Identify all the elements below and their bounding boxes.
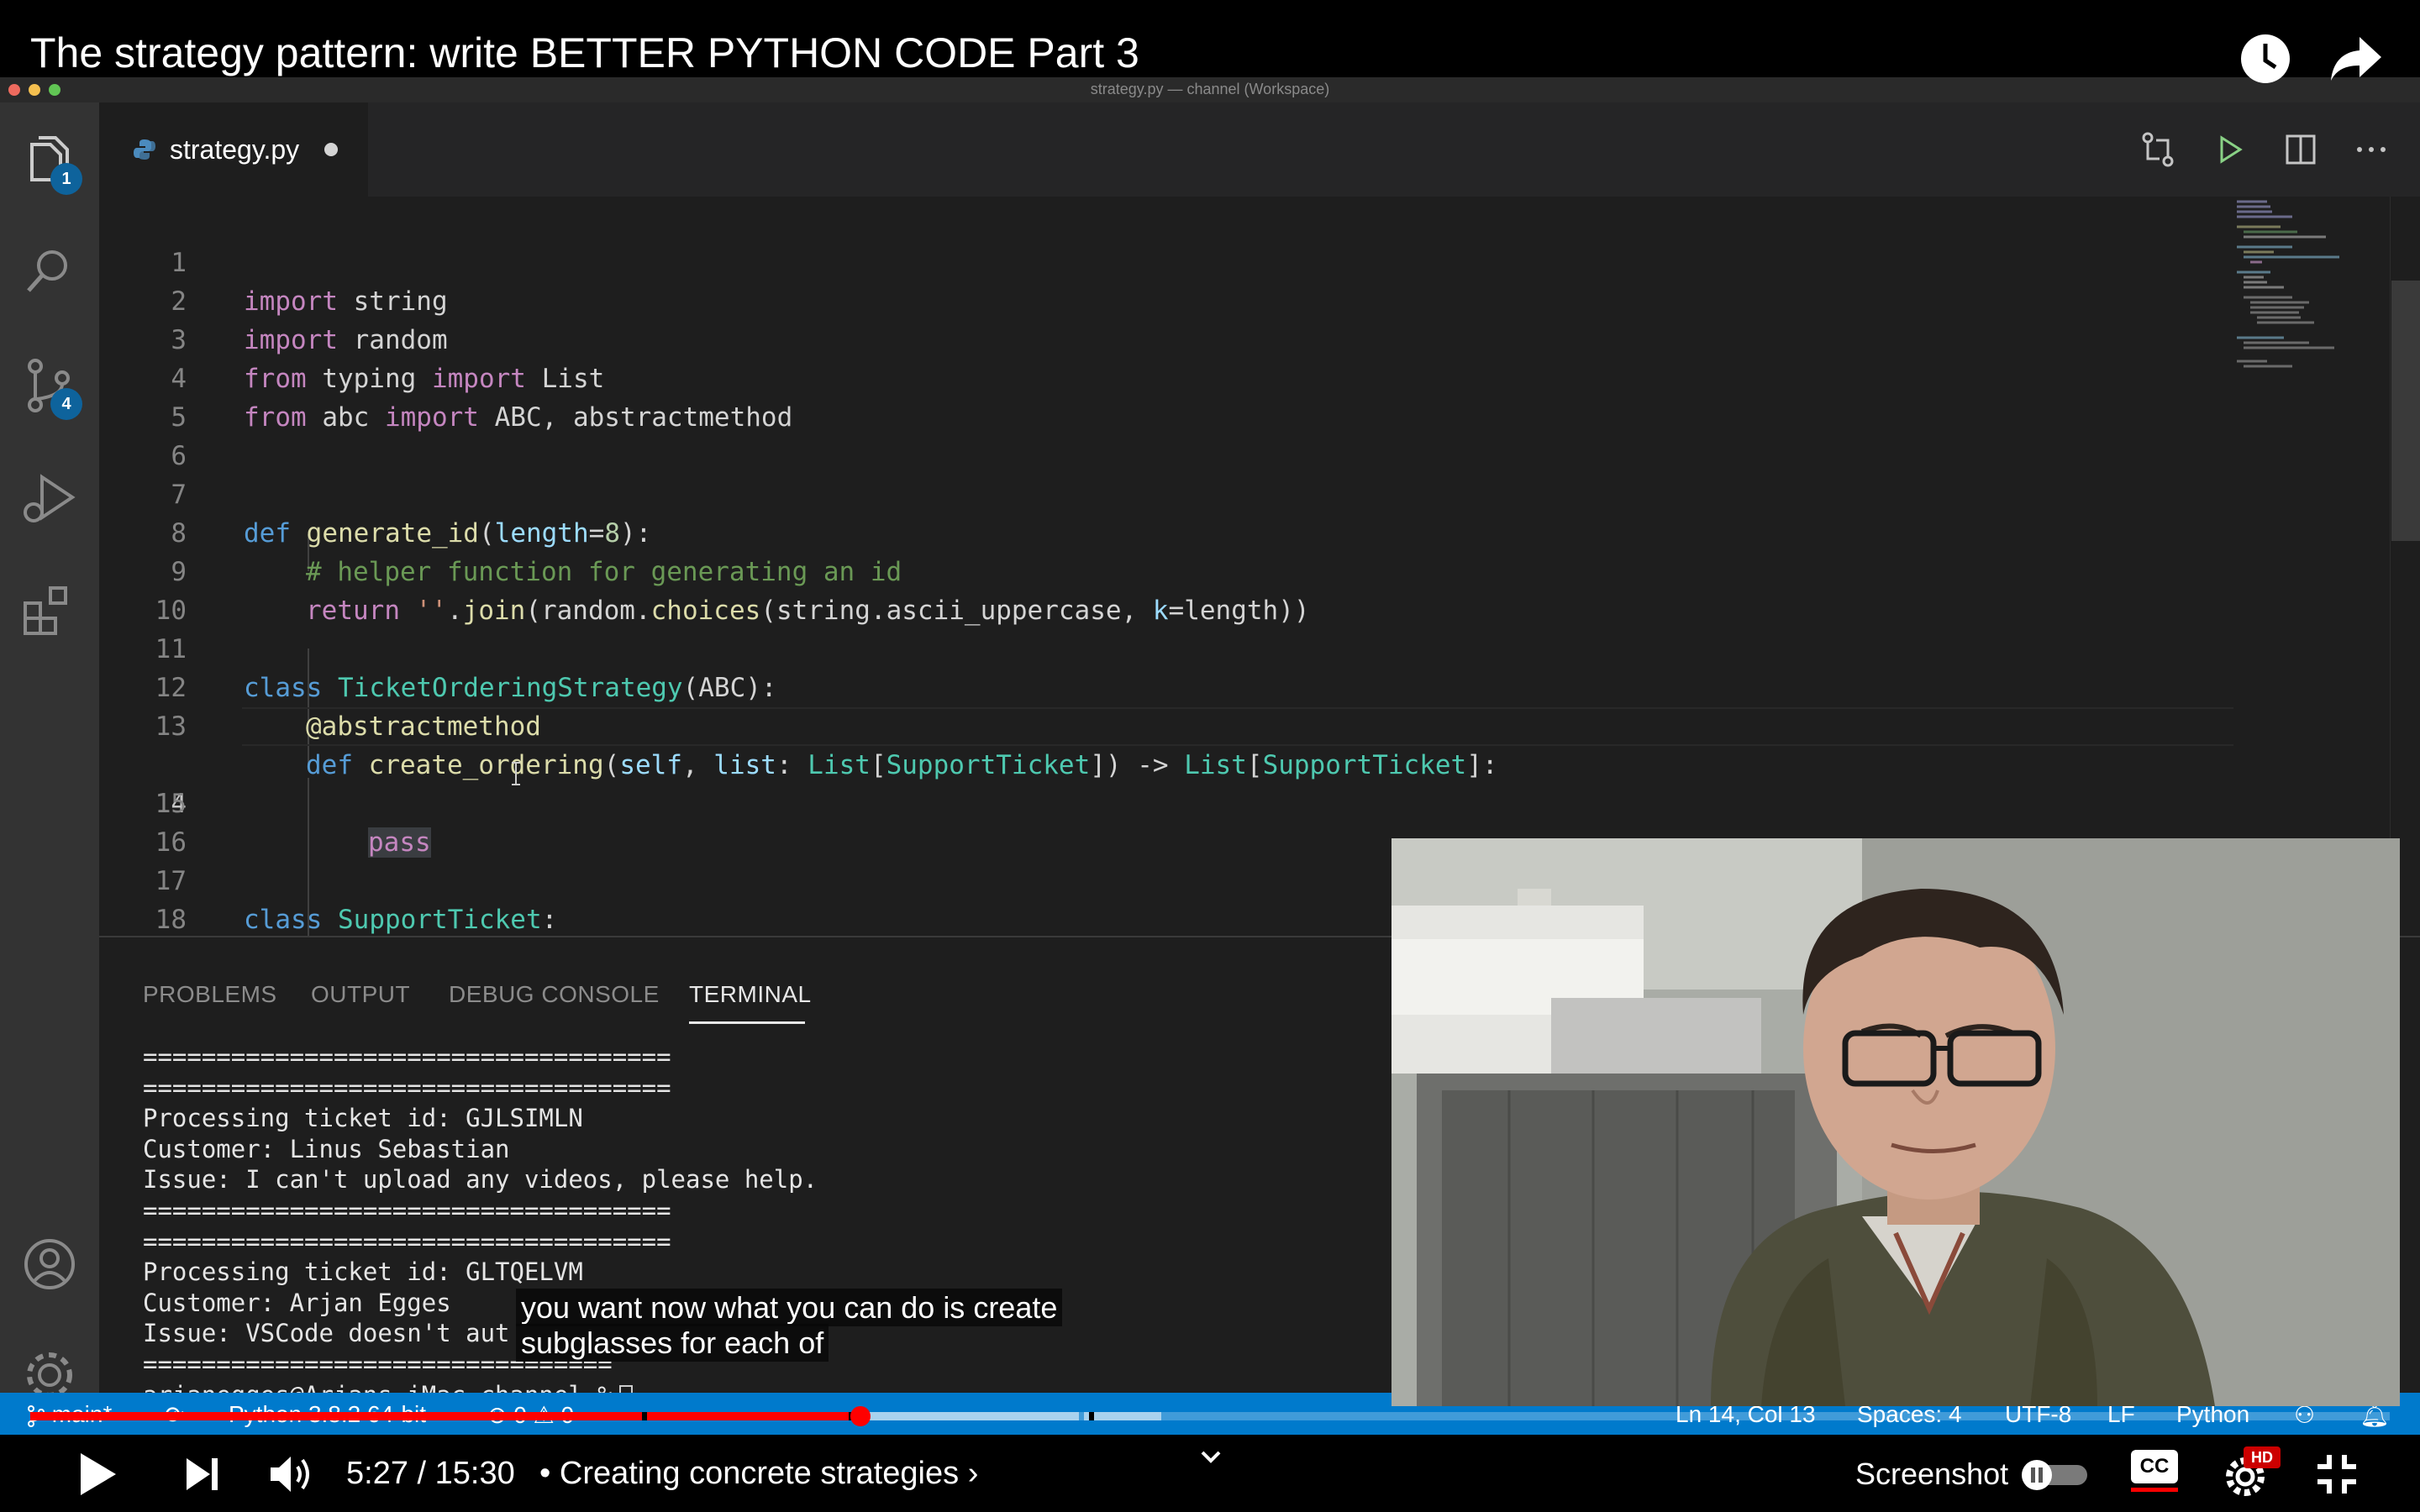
run-debug-button[interactable]: [20, 469, 79, 528]
text-cursor-icon: [512, 762, 520, 785]
chapter-bullet: •: [539, 1456, 551, 1491]
watch-later-icon[interactable]: [2238, 32, 2292, 86]
compare-changes-icon[interactable]: [2138, 129, 2178, 170]
time-separator: /: [417, 1456, 427, 1491]
code-line: 5: [99, 360, 2233, 433]
terminal-line: ====================================: [143, 1226, 671, 1256]
fullscreen-exit-icon[interactable]: [2316, 1453, 2358, 1495]
progress-played: [30, 1412, 860, 1420]
webcam-overlay: [1392, 838, 2400, 1406]
code-line: 9 return ''.join(random.choices(string.a…: [99, 514, 2233, 626]
run-debug-icon: [24, 474, 76, 522]
minimap[interactable]: [2233, 197, 2343, 398]
search-button[interactable]: [20, 242, 79, 301]
cc-button[interactable]: CC: [2131, 1450, 2178, 1492]
time-display: 5:27 / 15:30: [346, 1456, 515, 1492]
terminal-line: ====================================: [143, 1073, 671, 1102]
more-actions-icon[interactable]: [2351, 129, 2391, 170]
active-tab-indicator: [689, 1021, 805, 1024]
python-file-icon: [134, 139, 155, 160]
terminal-line: Processing ticket id: GLTQELVM: [143, 1257, 583, 1287]
video-title[interactable]: The strategy pattern: write BETTER PYTHO…: [30, 29, 1139, 77]
tab-strategy-py[interactable]: strategy.py: [99, 102, 368, 197]
editor-scrollbar-thumb[interactable]: [2391, 281, 2420, 541]
terminal-line: Issue: I can't upload any videos, please…: [143, 1165, 818, 1194]
code-line: 3 from typing import List: [99, 282, 2233, 394]
editor-tab-bar: strategy.py: [99, 102, 2420, 197]
caption-line: subglasses for each of: [516, 1324, 829, 1362]
search-icon: [27, 250, 67, 292]
explorer-button[interactable]: 1: [20, 131, 82, 195]
next-icon[interactable]: [183, 1455, 222, 1494]
tab-debug-console[interactable]: DEBUG CONSOLE: [449, 981, 660, 1008]
chapter-gap: [642, 1412, 647, 1420]
player-top-bar: The strategy pattern: write BETTER PYTHO…: [0, 0, 2420, 83]
chapter-button[interactable]: • Creating concrete strategies ›: [539, 1456, 978, 1492]
screenshot-label[interactable]: Screenshot: [1855, 1457, 2008, 1492]
cc-active-indicator: [2131, 1488, 2178, 1492]
source-control-badge: 4: [50, 388, 82, 420]
pause-toggle-icon[interactable]: [2020, 1458, 2091, 1492]
hd-badge: HD: [2244, 1446, 2281, 1468]
code-editor[interactable]: 1 import string 2 import random 3 from t…: [99, 197, 2420, 936]
code-line: 10: [99, 553, 2233, 626]
settings-button[interactable]: HD: [2222, 1446, 2282, 1497]
chapter-title: Creating concrete strategies: [559, 1456, 960, 1491]
time-total: 15:30: [434, 1456, 515, 1491]
current-line-highlight: [242, 707, 2233, 746]
code-line: 16: [99, 785, 2233, 858]
progress-buffered: [860, 1412, 1079, 1420]
account-icon: [24, 1239, 75, 1289]
terminal-line: Customer: Linus Sebastian: [143, 1134, 510, 1163]
chevron-down-icon[interactable]: [1200, 1450, 1222, 1465]
window-title: strategy.py — channel (Workspace): [1090, 81, 1330, 97]
tab-terminal[interactable]: TERMINAL: [689, 981, 812, 1008]
player-controls: 5:27 / 15:30 • Creating concrete strateg…: [0, 1435, 2420, 1512]
split-editor-icon[interactable]: [2281, 129, 2321, 170]
run-icon[interactable]: [2210, 129, 2250, 170]
cc-label: CC: [2131, 1450, 2178, 1483]
tab-output[interactable]: OUTPUT: [311, 981, 410, 1008]
code-line: 4 from abc import ABC, abstractmethod: [99, 321, 2233, 433]
extensions-icon: [24, 586, 67, 635]
terminal-line: ====================================: [143, 1042, 671, 1071]
code-line: 8 # helper function for generating an id: [99, 475, 2233, 587]
code-line: 2 import random: [99, 244, 2233, 355]
terminal-line: Processing ticket id: GJLSIMLN: [143, 1104, 583, 1133]
terminal-line: ====================================: [143, 1195, 671, 1225]
caption-line: you want now what you can do is create: [516, 1289, 1063, 1326]
code-line: 7 def generate_id(length=8):: [99, 437, 2233, 549]
volume-icon[interactable]: [269, 1453, 316, 1495]
progress-buffered: [1084, 1412, 1161, 1420]
play-icon[interactable]: [77, 1452, 119, 1497]
share-icon[interactable]: [2329, 34, 2383, 84]
window-titlebar: strategy.py — channel (Workspace): [0, 77, 2420, 102]
progress-scrubber[interactable]: [850, 1406, 871, 1426]
code-line: 15: [99, 746, 2233, 819]
extensions-button[interactable]: [20, 581, 79, 640]
activity-bar: 1 4: [0, 102, 99, 1404]
source-control-button[interactable]: 4: [20, 356, 82, 420]
accounts-button[interactable]: [20, 1235, 79, 1294]
code-line: 1 import string: [99, 205, 2233, 317]
chapter-gap: [1089, 1412, 1094, 1420]
tab-problems[interactable]: PROBLEMS: [143, 981, 277, 1008]
code-line: 13 def create_ordering(self, list: List[…: [99, 669, 2233, 780]
explorer-badge: 1: [50, 163, 82, 195]
time-current: 5:27: [346, 1456, 408, 1491]
presenter-video: [1392, 838, 2400, 1406]
code-line: 11 class TicketOrderingStrategy(ABC):: [99, 591, 2233, 703]
unsaved-dot-icon[interactable]: [324, 143, 339, 156]
code-line-current: 14 pass: [99, 707, 2233, 858]
closed-captions: you want now what you can do is create s…: [516, 1289, 1063, 1362]
code-line: 6: [99, 398, 2233, 471]
code-line: 12 @abstractmethod: [99, 630, 2233, 742]
chapter-arrow: ›: [967, 1456, 979, 1491]
tab-filename: strategy.py: [170, 134, 300, 165]
